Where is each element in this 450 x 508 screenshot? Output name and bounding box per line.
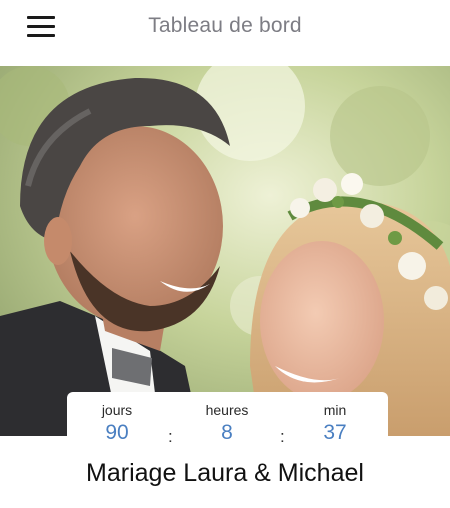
event-title: Mariage Laura & Michael [86,459,364,487]
countdown-days: jours 90 [77,392,157,445]
minutes-label: min [323,402,347,418]
countdown-minutes: min 37 [295,392,375,445]
countdown-card: jours 90 : heures 8 : min 37 [67,392,388,450]
top-bar: Tableau de bord [0,0,450,66]
page-title: Tableau de bord [148,14,302,37]
hero-photo [0,66,450,436]
hours-label: heures [205,402,249,418]
days-value: 90 [105,421,129,444]
countdown-separator: : [168,427,173,446]
hours-value: 8 [221,421,233,444]
minutes-value: 37 [323,421,347,444]
countdown-hours: heures 8 [187,392,267,445]
days-label: jours [101,402,133,418]
countdown-separator: : [280,427,285,446]
